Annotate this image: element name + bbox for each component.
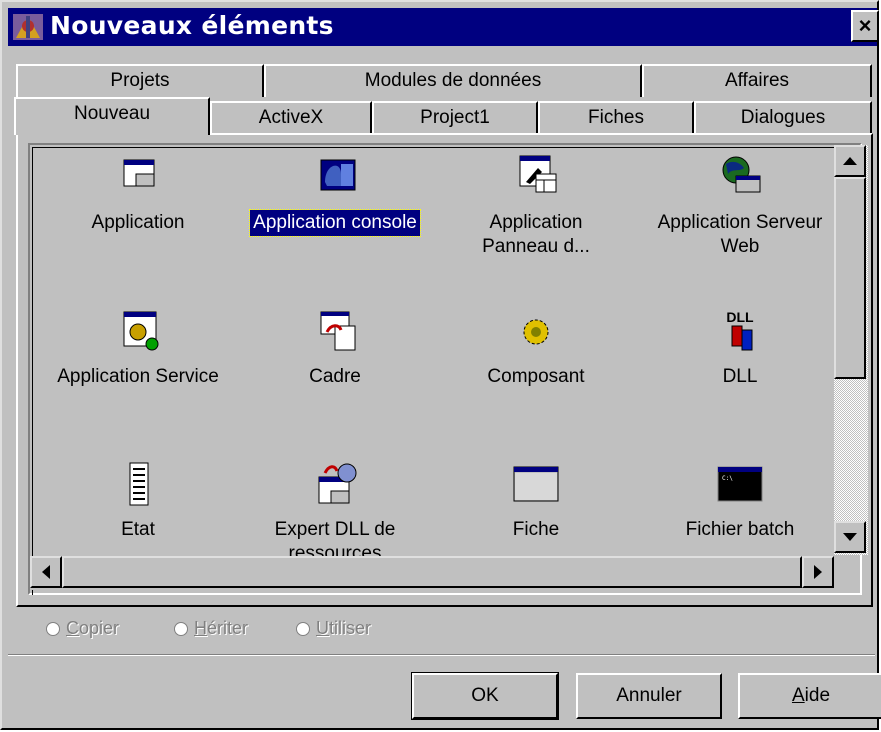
web-server-application-icon: [722, 156, 761, 193]
item-fichier-batch[interactable]: C:\ Fichier batch: [635, 461, 845, 543]
item-cadre[interactable]: Cadre: [230, 308, 440, 390]
batch-file-icon: C:\: [717, 466, 763, 502]
tab-panel: Application Application console Applicat…: [16, 133, 873, 607]
item-expert-dll-ressources[interactable]: Expert DLL de ressources: [230, 461, 440, 567]
tab-label: Projets: [110, 70, 170, 91]
radio-label: opier: [79, 618, 120, 638]
dialog-title: Nouveaux éléments: [50, 11, 334, 40]
svg-text:C:\: C:\: [722, 475, 733, 482]
tab-label: Nouveau: [73, 103, 151, 124]
radio-utiliser[interactable]: Utiliser: [296, 618, 371, 639]
item-label: Cadre: [309, 366, 361, 387]
component-gear-icon: [523, 319, 549, 345]
item-label: Application console: [249, 209, 421, 237]
svg-text:DLL: DLL: [726, 309, 754, 325]
arrow-up-icon: [843, 157, 857, 165]
dll-icon: DLL: [726, 309, 754, 351]
tab-label: Fiches: [588, 107, 644, 128]
tab-dialogues[interactable]: Dialogues: [694, 101, 872, 134]
delphi-app-icon: [13, 14, 43, 40]
tab-affaires[interactable]: Affaires: [642, 64, 872, 97]
items-list[interactable]: Application Application console Applicat…: [28, 143, 868, 595]
item-label: Etat: [121, 519, 155, 540]
item-label: Fiche: [512, 519, 560, 540]
form-icon: [513, 466, 559, 502]
tab-label: Affaires: [724, 70, 790, 91]
application-window-icon: [123, 159, 155, 187]
button-label: ide: [804, 685, 831, 706]
scroll-left-button[interactable]: [30, 556, 62, 588]
separator: [8, 654, 875, 656]
radio-label: tiliser: [329, 618, 372, 638]
radio-heriter[interactable]: Hériter: [174, 618, 248, 639]
tab-nouveau[interactable]: Nouveau: [14, 97, 210, 135]
item-application-serveur-web[interactable]: Application Serveur Web: [635, 154, 845, 260]
title-bar[interactable]: Nouveaux éléments ×: [8, 8, 879, 46]
tab-label: Dialogues: [740, 107, 826, 128]
resource-dll-wizard-icon: [318, 463, 357, 504]
item-label: Application: [91, 212, 185, 233]
scroll-down-button[interactable]: [834, 521, 866, 553]
item-application-panneau[interactable]: Application Panneau d...: [431, 154, 641, 260]
new-items-dialog: Nouveaux éléments × Projets Modules de d…: [0, 0, 881, 730]
horizontal-scrollbar[interactable]: [30, 556, 834, 590]
button-label-accel: A: [791, 685, 805, 706]
button-label: OK: [471, 685, 499, 706]
item-etat[interactable]: Etat: [33, 461, 243, 543]
item-label: DLL: [722, 366, 758, 387]
service-application-icon: [123, 311, 159, 351]
radio-label-accel: C: [66, 618, 79, 638]
close-icon: ×: [858, 13, 872, 38]
tab-label: Project1: [420, 107, 490, 128]
tab-modules-de-donnees[interactable]: Modules de données: [264, 64, 642, 97]
vertical-scrollbar[interactable]: [834, 145, 868, 555]
arrow-right-icon: [814, 565, 822, 579]
radio-circle-icon: [174, 622, 188, 636]
item-dll[interactable]: DLL DLL: [635, 308, 845, 390]
tab-fiches[interactable]: Fiches: [538, 101, 694, 134]
help-button[interactable]: Aide: [738, 673, 881, 719]
cancel-button[interactable]: Annuler: [576, 673, 722, 719]
tab-activex[interactable]: ActiveX: [210, 101, 372, 134]
close-button[interactable]: ×: [851, 10, 879, 42]
tab-label: Modules de données: [364, 70, 542, 91]
tab-label: ActiveX: [258, 107, 324, 128]
frame-icon: [320, 311, 356, 351]
control-panel-application-icon: [519, 155, 557, 193]
button-label: Annuler: [616, 685, 682, 706]
console-application-icon: [320, 159, 356, 191]
item-application[interactable]: Application: [33, 154, 243, 236]
vertical-scroll-thumb[interactable]: [834, 177, 866, 379]
radio-label-accel: U: [316, 618, 329, 638]
radio-circle-icon: [46, 622, 60, 636]
item-fiche[interactable]: Fiche: [431, 461, 641, 543]
items-viewport: Application Application console Applicat…: [32, 147, 860, 595]
item-composant[interactable]: Composant: [431, 308, 641, 390]
horizontal-scroll-thumb[interactable]: [62, 556, 802, 588]
arrow-left-icon: [42, 565, 50, 579]
radio-circle-icon: [296, 622, 310, 636]
tab-project1[interactable]: Project1: [372, 101, 538, 134]
item-label: Fichier batch: [685, 519, 795, 540]
scroll-up-button[interactable]: [834, 145, 866, 177]
item-label: Application Service: [57, 366, 219, 387]
item-label: Application Serveur Web: [657, 212, 823, 257]
report-icon: [129, 462, 149, 506]
ok-button[interactable]: OK: [411, 672, 559, 720]
radio-label: ériter: [207, 618, 249, 638]
scroll-right-button[interactable]: [802, 556, 834, 588]
arrow-down-icon: [843, 533, 857, 541]
item-label: Application Panneau d...: [482, 212, 590, 257]
item-label: Composant: [487, 366, 585, 387]
tab-projets[interactable]: Projets: [16, 64, 264, 97]
item-application-console[interactable]: Application console: [230, 154, 440, 237]
item-application-service[interactable]: Application Service: [33, 308, 243, 390]
radio-label-accel: H: [194, 618, 207, 638]
radio-copier[interactable]: Copier: [46, 618, 119, 639]
